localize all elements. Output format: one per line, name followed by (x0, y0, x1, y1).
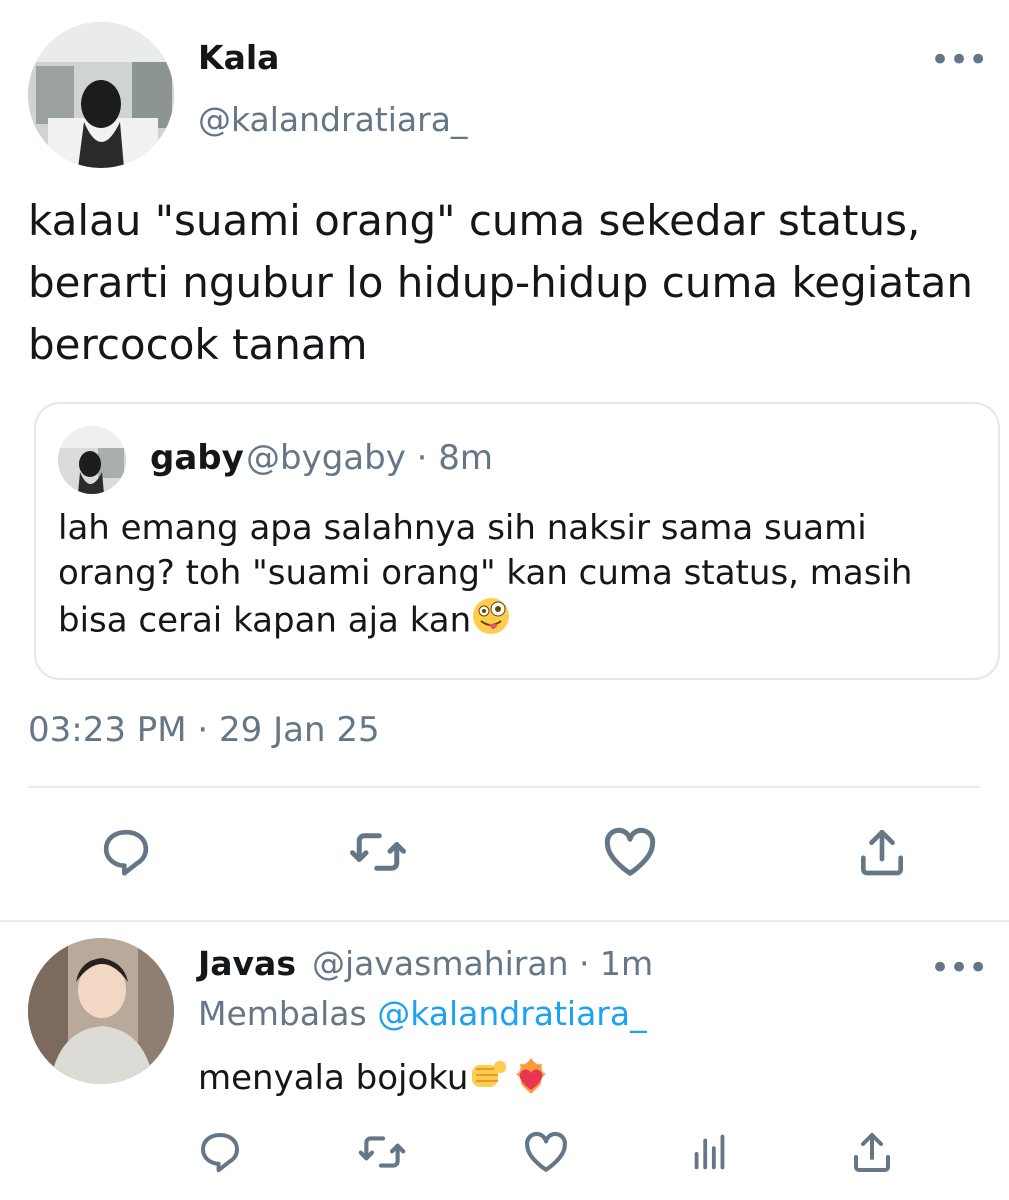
retweet-icon[interactable] (348, 822, 408, 882)
reply-author-handle[interactable]: @javasmahiran · 1m (312, 944, 653, 983)
like-icon[interactable] (600, 822, 660, 882)
reply-icon[interactable] (96, 822, 156, 882)
quoted-author-avatar (58, 426, 126, 494)
share-icon[interactable] (852, 822, 912, 882)
author-handle[interactable]: @kalandratiara_ (198, 100, 467, 139)
author-name[interactable]: Kala (198, 38, 279, 77)
zany-face-emoji (471, 596, 511, 648)
like-icon[interactable] (516, 1122, 576, 1182)
reply-text: menyala bojoku (198, 1054, 552, 1105)
reply-icon[interactable] (190, 1122, 250, 1182)
replying-prefix: Membalas (198, 994, 367, 1033)
divider (28, 786, 980, 788)
more-options-icon[interactable]: ••• (930, 43, 988, 77)
retweet-icon[interactable] (352, 1122, 412, 1182)
reply-author-avatar[interactable] (28, 938, 174, 1084)
replying-to: Membalas @kalandratiara_ (198, 994, 647, 1033)
pointing-fist-emoji (468, 1055, 510, 1104)
reply-author-name[interactable]: Javas (198, 944, 296, 983)
quoted-author-handle: @bygaby · 8m (246, 438, 493, 478)
tweet-text: kalau "suami orang" cuma sekedar status,… (28, 196, 973, 369)
author-avatar[interactable] (28, 22, 174, 168)
divider (0, 920, 1009, 922)
reply-body: menyala bojoku (198, 1058, 469, 1098)
more-options-icon[interactable]: ••• (930, 951, 988, 985)
heart-on-fire-emoji (510, 1054, 552, 1105)
share-icon[interactable] (842, 1122, 902, 1182)
replying-to-link[interactable]: @kalandratiara_ (377, 994, 646, 1033)
quoted-tweet-text: lah emang apa salahnya sih naksir sama s… (58, 506, 968, 648)
tweet-timestamp[interactable]: 03:23 PM · 29 Jan 25 (28, 710, 380, 750)
quoted-author-name: gaby (150, 438, 244, 478)
analytics-icon[interactable] (680, 1122, 740, 1182)
